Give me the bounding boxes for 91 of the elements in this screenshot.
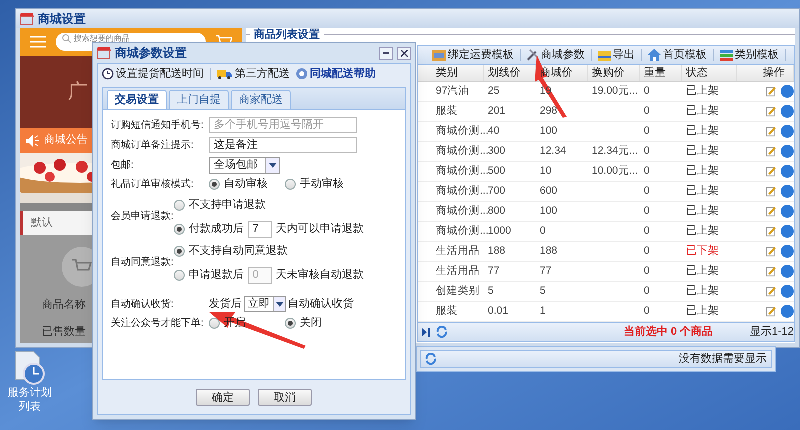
table-cell: 0 bbox=[644, 125, 650, 138]
table-cell: 0 bbox=[644, 305, 650, 318]
field-label: 礼品订单审核模式: bbox=[111, 178, 195, 192]
table-cell: 800 bbox=[488, 205, 506, 218]
table-cell: 0 bbox=[644, 285, 650, 298]
status-cell: 已上架 bbox=[686, 265, 719, 278]
table-cell: 0 bbox=[540, 225, 546, 238]
status-cell: 已上架 bbox=[686, 145, 719, 158]
table-cell: 0 bbox=[644, 85, 650, 98]
table-cell: 0 bbox=[644, 225, 650, 238]
table-cell: 10 bbox=[540, 165, 552, 178]
radio-label: 自动审核 bbox=[224, 176, 268, 192]
table-cell: 25 bbox=[488, 85, 500, 98]
table-cell: 0 bbox=[644, 245, 650, 258]
table-cell: 创建类别 bbox=[436, 285, 480, 298]
radio-label: 付款成功后 bbox=[188, 222, 244, 237]
table-cell: 5 bbox=[488, 285, 494, 298]
field-label: 关注公众号才能下单: bbox=[111, 316, 205, 331]
section-title: 商品列表设置 bbox=[254, 28, 320, 40]
table-cell: 商城价测... bbox=[436, 125, 489, 138]
table-cell: 40 bbox=[488, 125, 500, 138]
radio-label: 不支持申请退款 bbox=[188, 198, 266, 213]
table-cell: 12.34 bbox=[540, 145, 566, 158]
status-cell: 已上架 bbox=[686, 305, 719, 318]
radio-label: 关闭 bbox=[300, 316, 322, 332]
table-cell: 0 bbox=[644, 145, 650, 158]
table-cell: 0 bbox=[644, 185, 650, 198]
field-label: 商城订单备注提示: bbox=[111, 138, 195, 152]
table-cell: 100 bbox=[540, 125, 558, 138]
table-cell: 服装 bbox=[436, 105, 458, 118]
table-cell: 生活用品 bbox=[436, 265, 480, 278]
table-cell: 19.00元... bbox=[592, 85, 638, 98]
product-name-label: 商品名称 bbox=[42, 298, 86, 313]
status-cell: 已下架 bbox=[686, 245, 719, 258]
notice-text: 商城公告 bbox=[44, 132, 88, 148]
table-cell: 201 bbox=[488, 105, 506, 118]
table-cell: 商城价测... bbox=[436, 185, 489, 198]
status-cell: 已上架 bbox=[686, 225, 719, 238]
radio-label: 申请退款后 bbox=[188, 268, 244, 283]
radio-label: 不支持自动同意退款 bbox=[188, 244, 288, 259]
table-cell: 700 bbox=[488, 185, 506, 198]
field-suffix: 自动确认收货 bbox=[288, 296, 354, 312]
table-cell: 商城价测... bbox=[436, 165, 489, 178]
table-cell: 600 bbox=[540, 185, 558, 198]
table-cell: 500 bbox=[488, 165, 506, 178]
table-cell: 0 bbox=[644, 105, 650, 118]
table-cell: 0 bbox=[644, 165, 650, 178]
table-cell: 188 bbox=[540, 245, 558, 258]
table-cell: 77 bbox=[540, 265, 552, 278]
table-cell: 100 bbox=[540, 205, 558, 218]
status-cell: 已上架 bbox=[686, 165, 719, 178]
table-cell: 12.34元... bbox=[592, 145, 638, 158]
table-cell: 商城价测... bbox=[436, 145, 489, 158]
window-title: 商城设置 bbox=[38, 10, 86, 28]
banner-text: 广 bbox=[68, 80, 88, 105]
table-cell: 1 bbox=[540, 305, 546, 318]
table-cell: 1000 bbox=[488, 225, 512, 238]
field-label: 订购短信通知手机号: bbox=[111, 118, 205, 132]
page-range: 显示1-12 bbox=[750, 324, 794, 340]
table-cell: 服装 bbox=[436, 305, 458, 318]
radio-suffix: 天内可以申请退款 bbox=[276, 222, 364, 237]
table-cell: 97汽油 bbox=[436, 85, 470, 98]
status-cell: 已上架 bbox=[686, 205, 719, 218]
status-cell: 已上架 bbox=[686, 105, 719, 118]
table-cell: 0 bbox=[644, 265, 650, 278]
table-cell: 商城价测... bbox=[436, 205, 489, 218]
table-cell: 商城价测... bbox=[436, 225, 489, 238]
field-label: 自动同意退款: bbox=[111, 257, 174, 268]
table-cell: 0 bbox=[644, 205, 650, 218]
status-cell: 已上架 bbox=[686, 85, 719, 98]
table-cell: 300 bbox=[488, 145, 506, 158]
status-cell: 已上架 bbox=[686, 285, 719, 298]
status-cell: 已上架 bbox=[686, 125, 719, 138]
table-cell: 77 bbox=[488, 265, 500, 278]
radio-label: 手动审核 bbox=[300, 176, 344, 192]
field-label: 自动确认收货: bbox=[111, 298, 175, 312]
status-cell: 已上架 bbox=[686, 185, 719, 198]
field-label: 会员申请退款: bbox=[111, 211, 174, 222]
field-label: 包邮: bbox=[111, 158, 135, 172]
table-cell: 298 bbox=[540, 105, 558, 118]
field-prefix: 发货后 bbox=[209, 296, 242, 312]
table-cell: 生活用品 bbox=[436, 245, 480, 258]
dialog-title: 商城参数设置 bbox=[115, 45, 187, 62]
table-cell: 0.01 bbox=[488, 305, 508, 318]
selection-count: 当前选中 0 个商品 bbox=[624, 324, 714, 340]
radio-suffix: 天未审核自动退款 bbox=[276, 268, 364, 283]
table-cell: 188 bbox=[488, 245, 506, 258]
sold-count-label: 已售数量 bbox=[42, 324, 86, 340]
table-cell: 5 bbox=[540, 285, 546, 298]
empty-message: 没有数据需要显示 bbox=[679, 352, 767, 367]
table-cell: 10.00元... bbox=[592, 165, 638, 178]
